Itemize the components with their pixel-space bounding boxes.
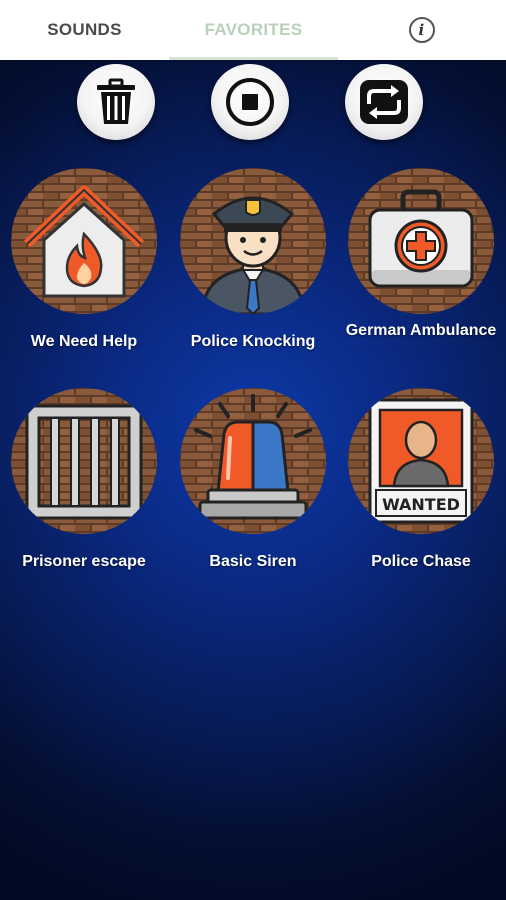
wanted-poster-icon: WANTED [348,388,494,534]
sound-label: Police Knocking [190,333,316,350]
first-aid-kit-icon [348,168,494,314]
sound-thumb [11,388,157,534]
tab-bar: SOUNDS FAVORITES i [0,0,506,60]
tab-sounds[interactable]: SOUNDS [0,0,169,60]
jail-bars-icon [11,388,157,534]
info-icon: i [408,17,435,43]
wanted-text: WANTED [382,495,460,514]
sound-thumb [348,168,494,314]
tab-favorites-label: FAVORITES [204,20,303,39]
sound-label: German Ambulance [345,322,497,339]
stop-button[interactable] [211,64,289,140]
sound-label: Police Chase [371,553,471,570]
info-button[interactable]: i [337,0,506,60]
sound-item-basic-siren[interactable]: Basic Siren [169,388,337,588]
house-fire-icon [11,168,157,314]
police-officer-icon [180,168,326,314]
sound-thumb: WANTED [348,388,494,534]
sound-label: We Need Help [30,333,138,350]
sound-item-prisoner-escape[interactable]: Prisoner escape [0,388,168,588]
repeat-icon [360,80,408,124]
sound-thumb [11,168,157,314]
sound-label: Basic Siren [209,553,297,570]
tab-indicator [169,57,338,60]
sound-item-german-ambulance[interactable]: German Ambulance [337,168,505,368]
sound-thumb [180,388,326,534]
sound-thumb [180,168,326,314]
delete-button[interactable] [77,64,155,140]
sound-label: Prisoner escape [22,553,146,570]
sound-item-police-chase[interactable]: WANTED Police Chase [337,388,505,588]
tab-favorites[interactable]: FAVORITES [169,0,338,60]
repeat-button[interactable] [345,64,423,140]
siren-light-icon [180,388,326,534]
sound-item-we-need-help[interactable]: We Need Help [0,168,168,368]
trash-icon [97,78,135,124]
sound-item-police-knocking[interactable]: Police Knocking [169,168,337,368]
stop-icon [226,78,274,126]
